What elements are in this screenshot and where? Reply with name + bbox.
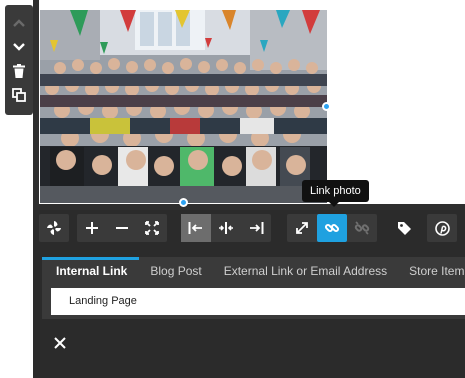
align-center-button[interactable] [211, 214, 241, 242]
link-photo-button[interactable] [317, 214, 347, 242]
pinwheel-icon [47, 221, 61, 235]
zoom-in-button[interactable] [77, 214, 107, 242]
align-right-icon [250, 222, 264, 234]
group-photo[interactable] [40, 10, 327, 203]
page-select-field[interactable]: Landing Page [51, 288, 465, 315]
tag-icon [397, 221, 411, 235]
close-panel-button[interactable] [51, 334, 69, 352]
toolbar-group-align [181, 214, 271, 242]
toolbar-group-link [287, 214, 377, 242]
tag-button[interactable] [389, 214, 419, 242]
align-center-icon [219, 222, 233, 234]
group-photo-illustration [40, 10, 327, 203]
tab-internal-link[interactable]: Internal Link [42, 257, 140, 283]
toolbar-group-tag [389, 214, 419, 242]
image-style-button[interactable] [39, 214, 69, 242]
internal-link-content: Landing Page [42, 283, 465, 319]
image-toolbar [33, 210, 465, 246]
move-up-button[interactable] [5, 11, 33, 35]
link-panel: Internal Link Blog Post External Link or… [33, 246, 465, 378]
toolbar-group-pinterest [427, 214, 457, 242]
tab-blog-post[interactable]: Blog Post [139, 257, 212, 283]
unlink-icon [354, 221, 370, 235]
expand-icon [296, 222, 308, 234]
fit-button[interactable] [137, 214, 167, 242]
expand-button[interactable] [287, 214, 317, 242]
fit-icon [145, 221, 159, 235]
tab-store-item[interactable]: Store Item [398, 257, 465, 283]
block-side-toolbar [5, 5, 33, 115]
tab-external-link[interactable]: External Link or Email Address [213, 257, 398, 283]
pinterest-button[interactable] [427, 214, 457, 242]
toolbar-group-style [39, 214, 69, 242]
chevron-down-icon [13, 43, 25, 51]
link-icon [324, 223, 340, 233]
close-icon [54, 337, 66, 349]
align-left-icon [188, 222, 202, 234]
duplicate-button[interactable] [5, 83, 33, 107]
pinterest-icon [434, 220, 450, 236]
link-type-tabs: Internal Link Blog Post External Link or… [42, 257, 465, 283]
unlink-button[interactable] [347, 214, 377, 242]
link-photo-tooltip: Link photo [302, 180, 369, 202]
move-down-button[interactable] [5, 35, 33, 59]
toolbar-group-zoom [77, 214, 167, 242]
duplicate-icon [12, 88, 26, 102]
tooltip-arrow [329, 202, 339, 207]
zoom-out-button[interactable] [107, 214, 137, 242]
trash-icon [13, 64, 25, 78]
chevron-up-icon [13, 19, 25, 27]
delete-button[interactable] [5, 59, 33, 83]
minus-icon [116, 227, 128, 229]
resize-handle-bottom[interactable] [179, 198, 188, 207]
resize-handle-right[interactable] [322, 102, 331, 111]
align-right-button[interactable] [241, 214, 271, 242]
align-left-button[interactable] [181, 214, 211, 242]
plus-icon [86, 222, 98, 234]
